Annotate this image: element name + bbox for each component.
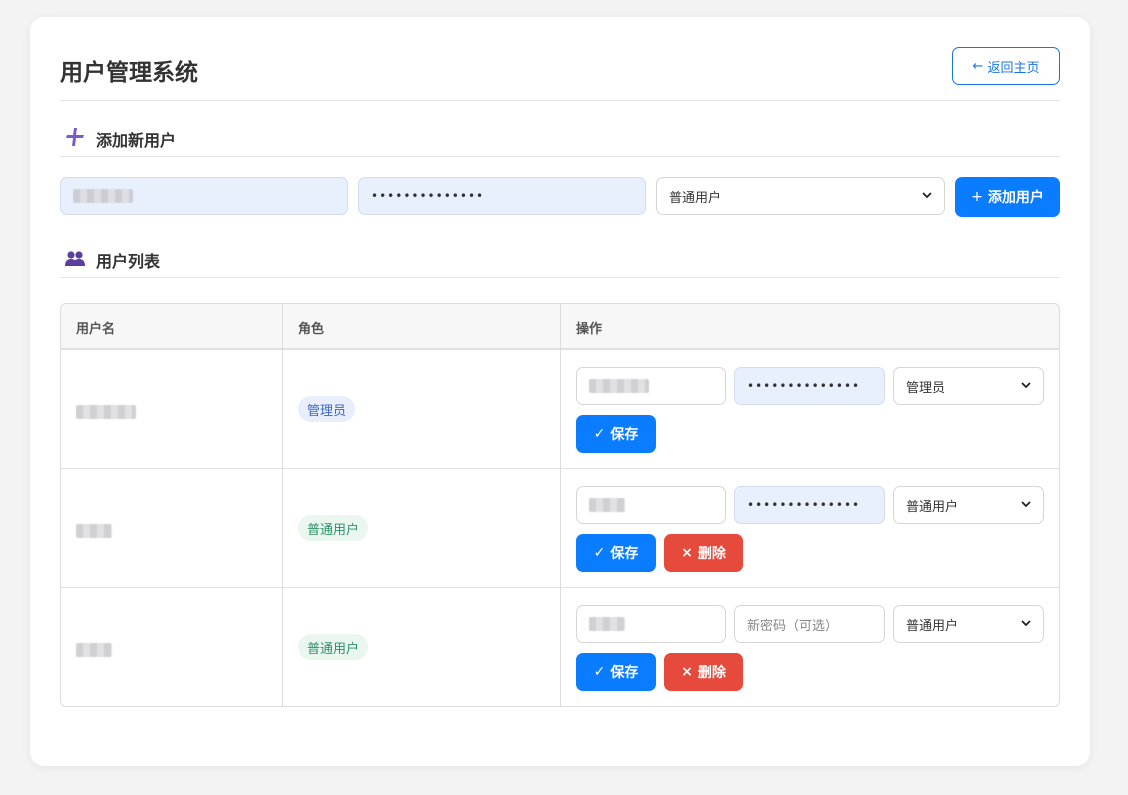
edit-username-input[interactable] <box>576 367 726 405</box>
column-divider <box>560 304 561 706</box>
role-select-value: 普通用户 <box>906 499 959 515</box>
password-placeholder: 新密码（可选） <box>747 618 839 634</box>
new-username-input[interactable] <box>60 177 348 215</box>
delete-button[interactable]: × 删除 <box>664 534 743 572</box>
column-header-role: 角色 <box>298 321 325 337</box>
chevron-down-icon <box>1021 381 1031 392</box>
plus-icon <box>64 126 86 152</box>
password-mask: •••••••••••••• <box>747 498 861 512</box>
role-select-value: 普通用户 <box>669 190 722 206</box>
delete-button[interactable]: × 删除 <box>664 653 743 691</box>
blurred-username <box>76 524 112 538</box>
edit-role-select[interactable]: 普通用户 <box>893 605 1044 643</box>
save-button[interactable]: ✓ 保存 <box>576 653 656 691</box>
edit-role-select[interactable]: 管理员 <box>893 367 1044 405</box>
new-role-select[interactable]: 普通用户 <box>656 177 945 215</box>
page-title: 用户管理系统 <box>60 60 198 86</box>
users-icon <box>64 248 86 272</box>
edit-password-input[interactable]: •••••••••••••• <box>734 367 885 405</box>
new-password-input[interactable]: •••••••••••••• <box>358 177 646 215</box>
save-button-label: 保存 <box>610 665 639 681</box>
role-select-value: 管理员 <box>906 380 946 396</box>
chevron-down-icon <box>922 191 932 202</box>
user-table: 用户名 角色 操作 管理员 •••••••••••••• 管理员 ✓ 保存 普通… <box>60 303 1060 707</box>
add-user-form: •••••••••••••• 普通用户 + 添加用户 <box>60 177 1060 217</box>
edit-role-select[interactable]: 普通用户 <box>893 486 1044 524</box>
close-icon: × <box>681 545 693 561</box>
username-cell <box>76 404 136 423</box>
plus-small-icon: + <box>971 189 983 205</box>
blurred-username <box>76 643 112 657</box>
column-header-username: 用户名 <box>76 321 116 337</box>
user-list-section-header: 用户列表 <box>60 246 1060 278</box>
password-mask: •••••••••••••• <box>747 379 861 393</box>
back-home-label: 返回主页 <box>987 60 1040 76</box>
main-card: 用户管理系统 ← 返回主页 添加新用户 •••••••••••••• 普通用户 … <box>30 17 1090 766</box>
column-header-actions: 操作 <box>576 321 603 337</box>
role-badge: 普通用户 <box>298 634 369 660</box>
column-divider <box>282 304 283 706</box>
delete-button-label: 删除 <box>697 546 726 562</box>
page-header: 用户管理系统 ← 返回主页 <box>60 47 1060 101</box>
edit-username-input[interactable] <box>576 605 726 643</box>
save-button-label: 保存 <box>610 546 639 562</box>
edit-username-input[interactable] <box>576 486 726 524</box>
role-badge: 普通用户 <box>298 515 369 541</box>
edit-password-input[interactable]: 新密码（可选） <box>734 605 885 643</box>
check-icon: ✓ <box>593 545 606 561</box>
add-user-section-title: 添加新用户 <box>96 130 177 150</box>
check-icon: ✓ <box>593 664 606 680</box>
username-cell <box>76 523 112 542</box>
password-mask: •••••••••••••• <box>371 189 485 203</box>
blurred-username <box>73 189 133 203</box>
blurred-username <box>589 498 625 512</box>
delete-button-label: 删除 <box>697 665 726 681</box>
check-icon: ✓ <box>593 426 606 442</box>
blurred-username <box>589 379 649 393</box>
close-icon: × <box>681 664 693 680</box>
arrow-left-icon: ← <box>972 58 984 74</box>
user-list-section-title: 用户列表 <box>96 251 161 271</box>
chevron-down-icon <box>1021 500 1031 511</box>
role-select-value: 普通用户 <box>906 618 959 634</box>
username-cell <box>76 642 112 661</box>
blurred-username <box>589 617 625 631</box>
save-button-label: 保存 <box>610 427 639 443</box>
add-user-button-label: 添加用户 <box>987 190 1044 206</box>
save-button[interactable]: ✓ 保存 <box>576 534 656 572</box>
back-home-button[interactable]: ← 返回主页 <box>952 47 1060 85</box>
role-badge: 管理员 <box>298 396 356 422</box>
blurred-username <box>76 405 136 419</box>
add-user-section-header: 添加新用户 <box>60 125 1060 157</box>
save-button[interactable]: ✓ 保存 <box>576 415 656 453</box>
add-user-button[interactable]: + 添加用户 <box>955 177 1060 217</box>
edit-password-input[interactable]: •••••••••••••• <box>734 486 885 524</box>
chevron-down-icon <box>1021 619 1031 630</box>
